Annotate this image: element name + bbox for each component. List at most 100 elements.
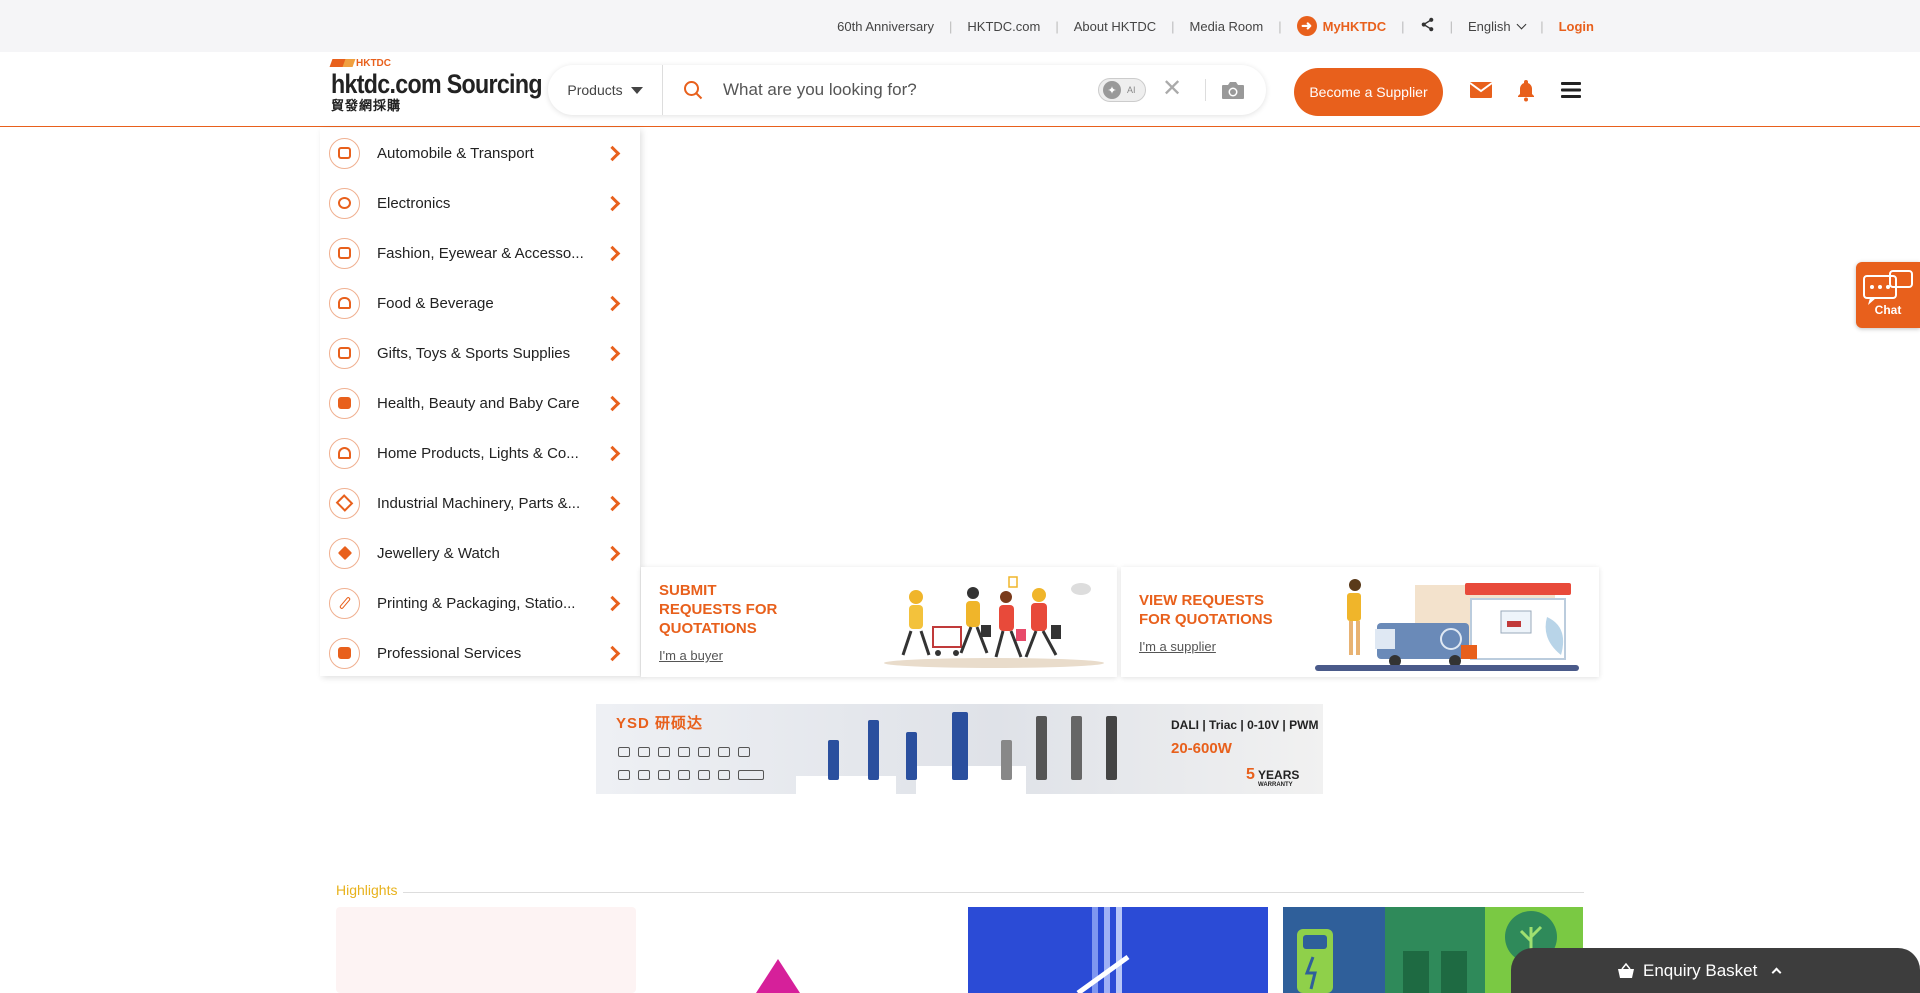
category-item-home-products[interactable]: Home Products, Lights & Co...: [320, 428, 640, 478]
banner-spec: DALI | Triac | 0-10V | PWM: [1171, 718, 1319, 732]
chevron-right-icon: [604, 245, 621, 261]
chat-button[interactable]: Chat: [1856, 262, 1920, 328]
certification-icon: [678, 747, 690, 757]
category-item-industrial[interactable]: Industrial Machinery, Parts &...: [320, 478, 640, 528]
led-driver-product: [1106, 716, 1117, 780]
led-driver-product: [952, 712, 968, 780]
category-item-professional-services[interactable]: Professional Services: [320, 628, 640, 678]
link-60th-anniversary[interactable]: 60th Anniversary: [822, 19, 949, 34]
clear-icon[interactable]: ✕: [1162, 77, 1182, 101]
diamond-icon: [329, 537, 360, 569]
banner-warranty: 5 YEARS WARRANTY: [1246, 766, 1300, 788]
highlight-card[interactable]: [968, 907, 1268, 993]
category-label: Automobile & Transport: [377, 144, 534, 162]
myhktdc-link[interactable]: ➜ MyHKTDC: [1282, 16, 1402, 36]
certification-icon: [698, 747, 710, 757]
top-links: 60th Anniversary | HKTDC.com | About HKTDC…: [822, 0, 1594, 52]
certification-icon: [658, 770, 670, 780]
led-driver-product: [868, 720, 879, 780]
logo-main-text: hktdc.com Sourcing: [331, 69, 543, 99]
supplier-link[interactable]: I'm a supplier: [1139, 639, 1216, 654]
login-link[interactable]: Login: [1544, 19, 1594, 34]
certification-icon: [618, 747, 630, 757]
chevron-right-icon: [604, 645, 621, 661]
language-select[interactable]: English: [1453, 19, 1540, 34]
category-label: Electronics: [377, 194, 451, 212]
enquiry-basket-label: Enquiry Basket: [1643, 960, 1758, 980]
category-item-electronics[interactable]: Electronics: [320, 178, 640, 228]
chevron-right-icon: [604, 345, 621, 361]
category-item-jewellery[interactable]: Jewellery & Watch: [320, 528, 640, 578]
highlights-section: Highlights: [336, 882, 1584, 900]
electronics-icon: [329, 187, 360, 219]
certification-icon: [718, 747, 730, 757]
category-item-fashion[interactable]: Fashion, Eyewear & Accesso...: [320, 228, 640, 278]
category-label: Fashion, Eyewear & Accesso...: [377, 244, 584, 262]
ai-toggle[interactable]: ✦ AI: [1098, 78, 1146, 102]
arrow-right-circle-icon: ➜: [1296, 16, 1317, 36]
submit-rfq-title-1: SUBMIT: [659, 582, 717, 599]
briefcase-icon: [329, 637, 360, 669]
view-rfq-card[interactable]: VIEW REQUESTS FOR QUOTATIONS I'm a suppl…: [1121, 567, 1599, 677]
highlight-card-image: [1076, 907, 1130, 993]
health-kit-icon: [329, 387, 360, 419]
certification-icon: [638, 770, 650, 780]
link-about-hktdc[interactable]: About HKTDC: [1059, 19, 1171, 34]
highlight-card[interactable]: [650, 907, 950, 993]
category-item-gifts-toys[interactable]: Gifts, Toys & Sports Supplies: [320, 328, 640, 378]
led-driver-product: [1001, 740, 1012, 780]
enquiry-basket-bar[interactable]: Enquiry Basket: [1511, 948, 1920, 993]
search-icon[interactable]: [683, 80, 703, 100]
certification-icon: [678, 770, 690, 780]
car-icon: [329, 137, 360, 169]
main-header: HKTDC hktdc.com Sourcing 貿發網採購 Products …: [0, 52, 1920, 127]
submit-rfq-card[interactable]: SUBMIT REQUESTS FOR QUOTATIONS I'm a buy…: [641, 567, 1117, 677]
ai-label: AI: [1127, 85, 1136, 95]
basket-icon: [1618, 962, 1634, 978]
search-bar: Products ✦ AI ✕: [548, 65, 1266, 115]
certification-icon: [718, 770, 730, 780]
category-item-printing[interactable]: Printing & Packaging, Statio...: [320, 578, 640, 628]
hamburger-menu-icon[interactable]: [1559, 78, 1583, 102]
products-dropdown[interactable]: Products: [548, 65, 663, 115]
divider: [1205, 79, 1206, 101]
category-label: Printing & Packaging, Statio...: [377, 594, 576, 612]
fashion-icon: [329, 237, 360, 269]
site-logo[interactable]: HKTDC hktdc.com Sourcing 貿發網採購: [329, 57, 543, 117]
view-rfq-title-2: FOR QUOTATIONS: [1139, 611, 1273, 628]
chevron-right-icon: [604, 545, 621, 561]
certification-icon: [638, 747, 650, 757]
mail-icon[interactable]: [1469, 78, 1493, 102]
category-label: Industrial Machinery, Parts &...: [377, 494, 581, 512]
certification-icon: [658, 747, 670, 757]
chat-bubble-icon: [1863, 270, 1913, 305]
category-label: Jewellery & Watch: [377, 544, 500, 562]
lamp-icon: [329, 437, 360, 469]
certification-icon: [738, 770, 764, 780]
highlight-card[interactable]: [336, 907, 636, 993]
banner-wattage: 20-600W: [1171, 740, 1232, 757]
share-button[interactable]: [1405, 17, 1450, 35]
search-input[interactable]: [723, 73, 1083, 107]
category-label: Professional Services: [377, 644, 522, 662]
highlights-divider: [336, 892, 1584, 893]
category-item-food-beverage[interactable]: Food & Beverage: [320, 278, 640, 328]
view-rfq-title-1: VIEW REQUESTS: [1139, 592, 1265, 609]
chevron-right-icon: [604, 445, 621, 461]
category-label: Food & Beverage: [377, 294, 494, 312]
camera-icon[interactable]: [1220, 79, 1246, 101]
chevron-right-icon: [604, 295, 621, 311]
become-supplier-button[interactable]: Become a Supplier: [1294, 68, 1443, 116]
link-media-room[interactable]: Media Room: [1175, 19, 1279, 34]
certification-icon: [738, 747, 750, 757]
bell-icon[interactable]: [1514, 78, 1538, 102]
category-item-automobile[interactable]: Automobile & Transport: [320, 128, 640, 178]
chevron-up-icon: [1771, 967, 1782, 978]
category-menu: Automobile & Transport Electronics Fashi…: [320, 128, 640, 676]
buyer-link[interactable]: I'm a buyer: [659, 648, 723, 663]
logo-brand: HKTDC: [329, 57, 536, 69]
advertisement-banner[interactable]: YSD 研硕达 DALI | Triac | 0-10V | PWM 20-60…: [596, 704, 1323, 794]
category-item-health-beauty[interactable]: Health, Beauty and Baby Care: [320, 378, 640, 428]
link-hktdc-com[interactable]: HKTDC.com: [952, 19, 1055, 34]
category-label: Health, Beauty and Baby Care: [377, 394, 580, 412]
